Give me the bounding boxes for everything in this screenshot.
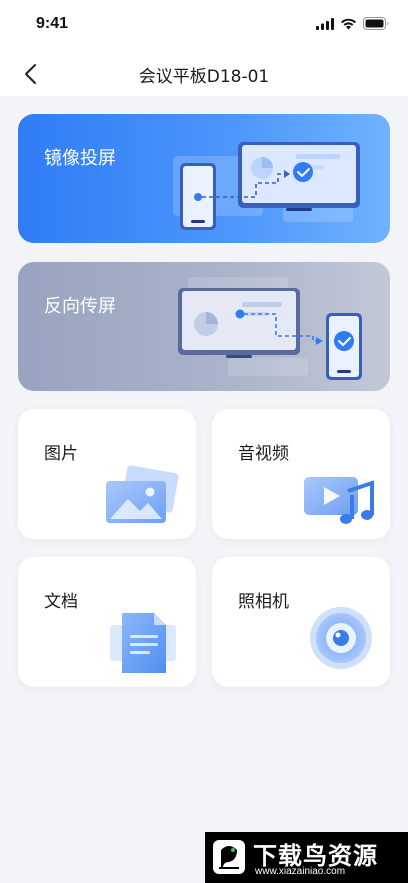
- reverse-screen-card[interactable]: 反向传屏: [18, 262, 390, 391]
- mirror-screen-label: 镜像投屏: [44, 148, 116, 169]
- pictures-card[interactable]: 图片: [18, 409, 196, 539]
- picture-icon: [106, 465, 179, 523]
- bird-logo-icon: [213, 840, 245, 874]
- status-time: 9:41: [36, 15, 69, 32]
- camera-card[interactable]: 照相机: [212, 557, 390, 687]
- nav-bar: 会议平板D18-01: [0, 50, 408, 96]
- audio-video-card[interactable]: 音视频: [212, 409, 390, 539]
- phone-to-tablet-icon: [173, 142, 360, 230]
- status-icons: [316, 17, 390, 30]
- documents-card[interactable]: 文档: [18, 557, 196, 687]
- wifi-icon: [341, 18, 356, 29]
- reverse-screen-label: 反向传屏: [44, 296, 116, 317]
- video-music-icon: [304, 477, 374, 524]
- tablet-to-phone-icon: [178, 277, 362, 380]
- mirror-screen-card[interactable]: 镜像投屏: [18, 114, 390, 243]
- watermark-url: www.xiazainiao.com: [255, 866, 346, 877]
- signal-icon: [316, 17, 334, 30]
- document-icon: [110, 613, 176, 673]
- documents-label: 文档: [44, 592, 78, 612]
- audio-video-label: 音视频: [238, 444, 289, 464]
- camera-lens-icon: [310, 607, 372, 669]
- pictures-label: 图片: [44, 444, 78, 464]
- camera-label: 照相机: [238, 592, 289, 612]
- status-bar: 9:41: [0, 0, 408, 50]
- watermark-banner: 下载鸟资源 www.xiazainiao.com: [205, 832, 408, 883]
- battery-icon: [363, 17, 389, 30]
- page-title: 会议平板D18-01: [138, 67, 270, 87]
